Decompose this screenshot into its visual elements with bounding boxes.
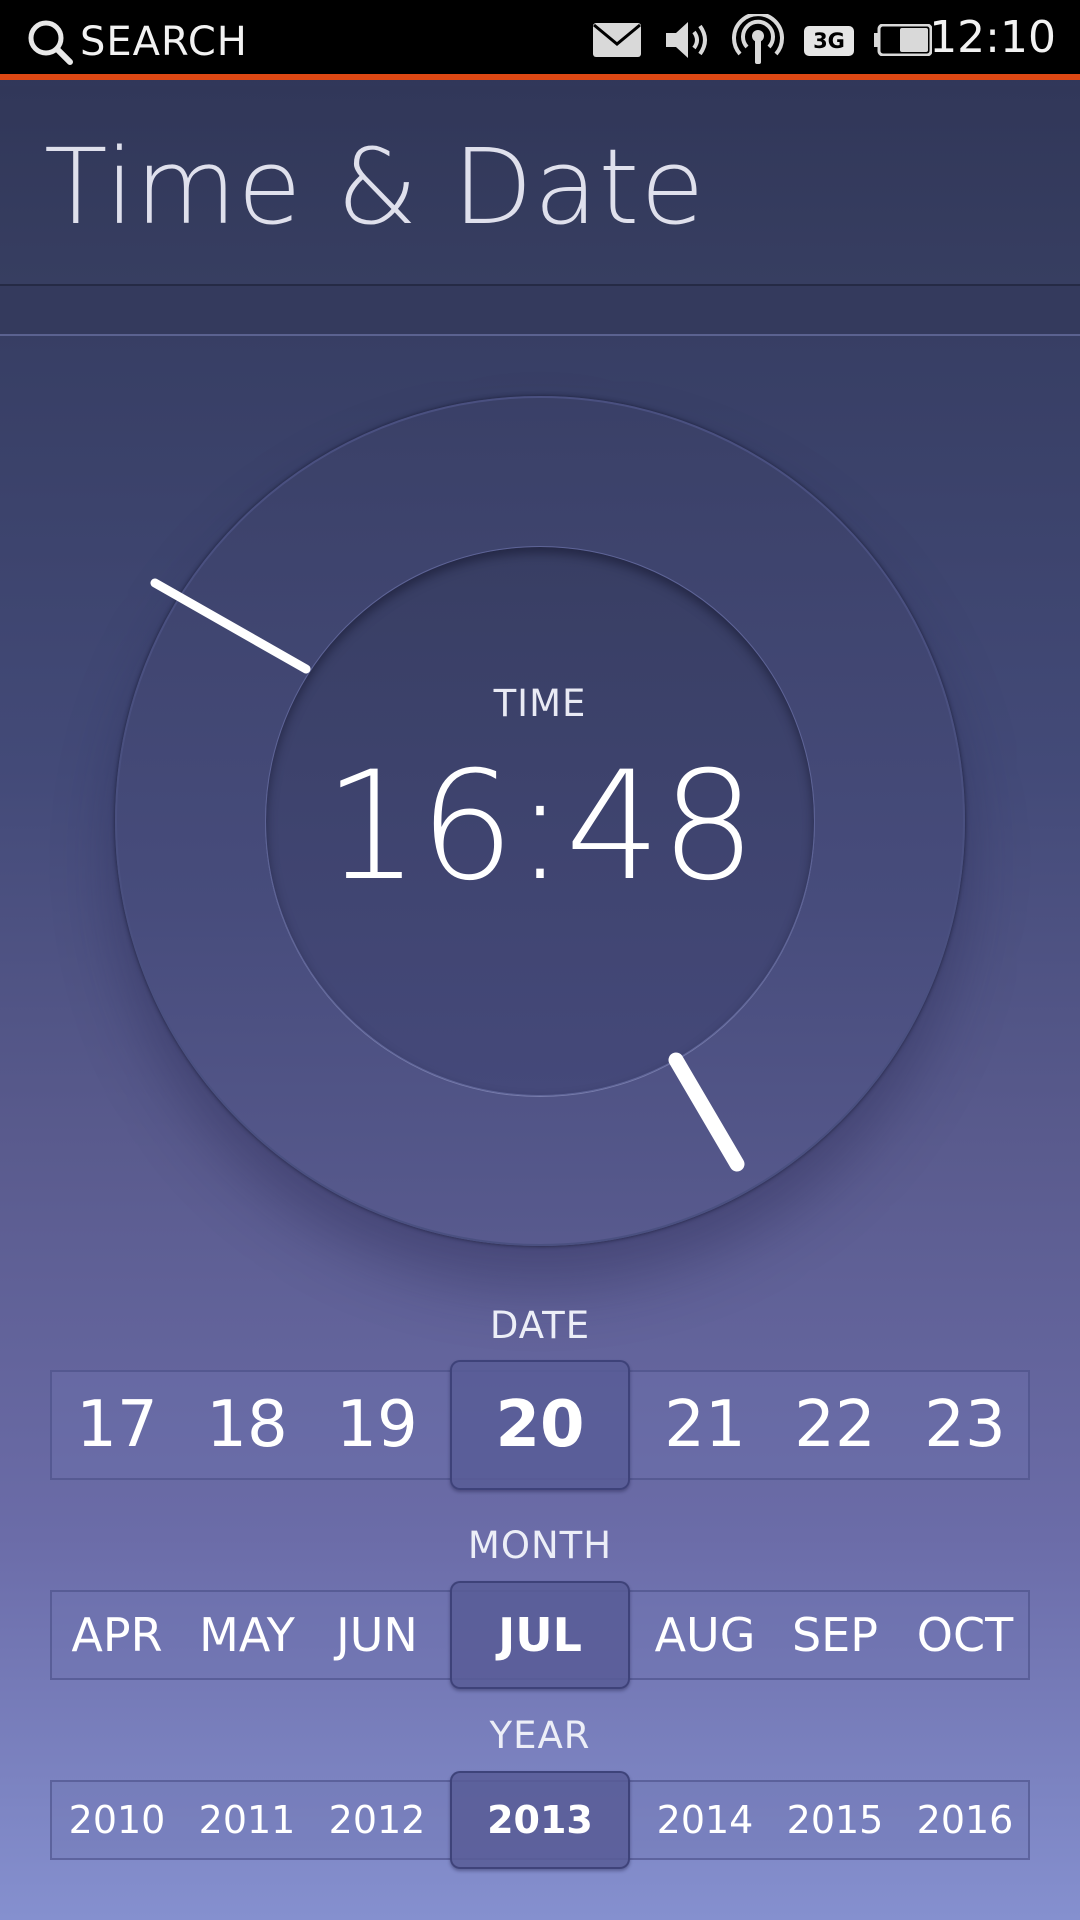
time-caption: TIME bbox=[493, 682, 587, 725]
year-option[interactable]: 2016 bbox=[900, 1782, 1030, 1858]
month-option[interactable]: JUN bbox=[312, 1592, 442, 1678]
date-caption: DATE bbox=[489, 1304, 591, 1347]
month-option[interactable]: MAY bbox=[182, 1592, 312, 1678]
year-caption: YEAR bbox=[489, 1714, 591, 1757]
month-option[interactable]: AUG bbox=[640, 1592, 770, 1678]
date-option[interactable]: 17 bbox=[52, 1372, 182, 1478]
month-selected-value[interactable]: JUL bbox=[450, 1581, 630, 1689]
date-option[interactable]: 21 bbox=[640, 1372, 770, 1478]
date-option[interactable]: 18 bbox=[182, 1372, 312, 1478]
month-caption: MONTH bbox=[467, 1524, 613, 1567]
year-option[interactable]: 2011 bbox=[182, 1782, 312, 1858]
minute-hand[interactable] bbox=[150, 578, 311, 674]
date-option[interactable]: 22 bbox=[770, 1372, 900, 1478]
hour-hand[interactable] bbox=[668, 1052, 745, 1172]
year-selected-value[interactable]: 2013 bbox=[450, 1771, 630, 1869]
year-option[interactable]: 2015 bbox=[770, 1782, 900, 1858]
month-option[interactable]: SEP bbox=[770, 1592, 900, 1678]
time-value: 16:48 bbox=[323, 740, 757, 914]
year-option[interactable]: 2012 bbox=[312, 1782, 442, 1858]
date-selected-value[interactable]: 20 bbox=[450, 1360, 630, 1490]
year-option[interactable]: 2014 bbox=[640, 1782, 770, 1858]
month-option[interactable]: APR bbox=[52, 1592, 182, 1678]
date-option[interactable]: 23 bbox=[900, 1372, 1030, 1478]
month-option[interactable]: OCT bbox=[900, 1592, 1030, 1678]
year-option[interactable]: 2010 bbox=[52, 1782, 182, 1858]
date-option[interactable]: 19 bbox=[312, 1372, 442, 1478]
